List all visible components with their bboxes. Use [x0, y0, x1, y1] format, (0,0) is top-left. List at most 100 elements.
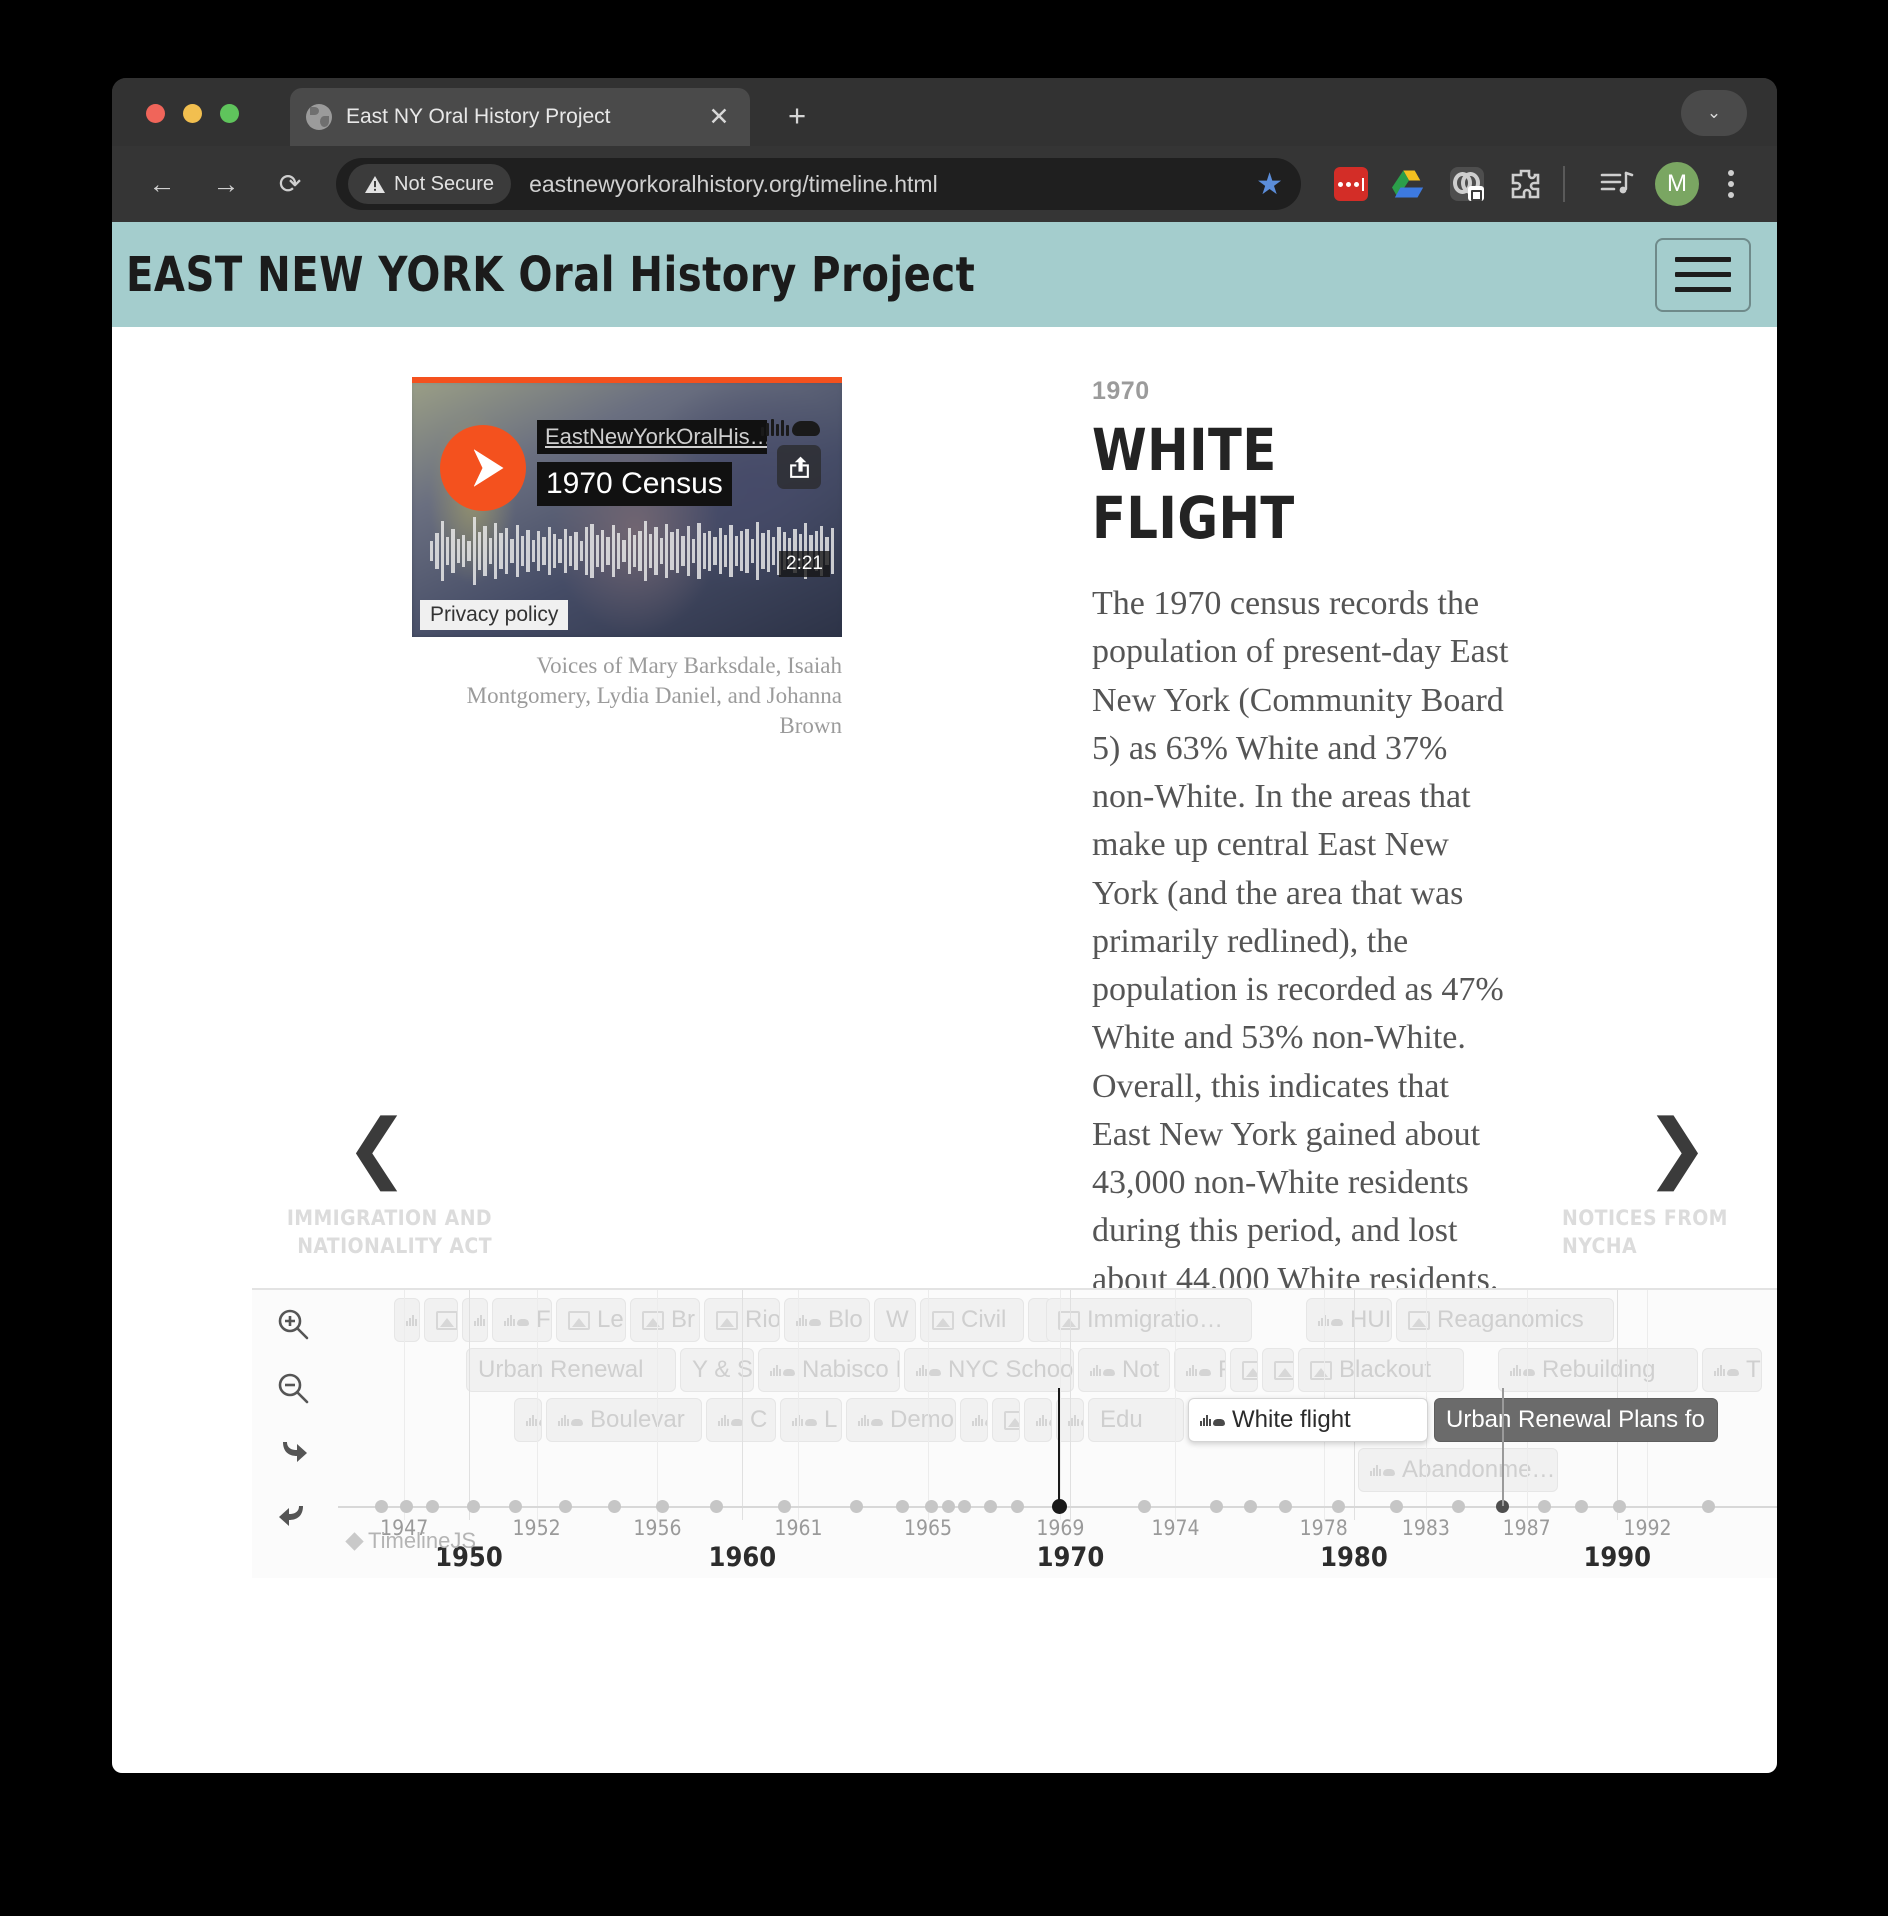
timeline-minor-tick-label: 1965: [903, 1516, 953, 1540]
security-status-label: Not Secure: [394, 172, 495, 195]
timeline-minor-tick-label: 1974: [1151, 1516, 1200, 1540]
media-caption: Voices of Mary Barksdale, Isaiah Montgom…: [466, 653, 842, 738]
timeline-minor-tick-label: 1952: [512, 1516, 561, 1540]
timeline-event-dot[interactable]: [1332, 1500, 1346, 1513]
share-icon[interactable]: [777, 445, 821, 489]
timeline-major-tick-label: 1980: [1320, 1542, 1388, 1573]
slide-era: 1970: [1092, 377, 1150, 405]
timeline-minor-tick-label: 1983: [1401, 1516, 1450, 1540]
timeline-event-dot[interactable]: [924, 1500, 938, 1513]
maximize-window-button[interactable]: [220, 104, 239, 123]
media-playlist-icon[interactable]: [1595, 162, 1639, 206]
tab-strip: East NY Oral History Project ✕ + ⌄: [112, 78, 1777, 146]
timeline-event-dot[interactable]: [896, 1500, 910, 1513]
timeline-major-tick-label: 1960: [708, 1542, 777, 1573]
soundcloud-mini-icon: [1200, 1414, 1225, 1426]
timeline-minor-tick-label: 1992: [1623, 1516, 1672, 1540]
toolbar-divider: [1563, 166, 1565, 202]
timeline-playhead: [1057, 1388, 1060, 1506]
security-status-badge[interactable]: Not Secure: [348, 164, 512, 204]
undo-icon[interactable]: [262, 1488, 324, 1544]
site-header: EAST NEW YORK Oral History Project: [112, 222, 1777, 327]
soundcloud-player[interactable]: EastNewYorkOralHis… 1970 Census 2:21 Pri…: [412, 377, 842, 637]
close-window-button[interactable]: [146, 104, 165, 123]
browser-window: East NY Oral History Project ✕ + ⌄ ← → ⟳…: [112, 78, 1777, 1773]
browser-tab[interactable]: East NY Oral History Project ✕: [290, 88, 750, 146]
previous-slide-button[interactable]: ❮ IMMIGRATION AND NATIONALITY ACT: [262, 1102, 492, 1260]
timeline-event-dot[interactable]: [1389, 1500, 1403, 1513]
timeline-event-dot[interactable]: [850, 1500, 864, 1513]
timeline-event-dot[interactable]: [778, 1500, 792, 1513]
timeline-slide: EastNewYorkOralHis… 1970 Census 2:21 Pri…: [112, 327, 1777, 1773]
close-icon[interactable]: ✕: [704, 104, 734, 130]
minimize-window-button[interactable]: [183, 104, 202, 123]
url-text: eastnewyorkoralhistory.org/timeline.html: [529, 170, 938, 197]
tab-title: East NY Oral History Project: [346, 105, 611, 128]
slide-body-text: The 1970 census records the population o…: [1092, 585, 1509, 1298]
timeline-event-dot[interactable]: [1451, 1500, 1465, 1513]
track-duration: 2:21: [779, 551, 830, 577]
slide-media-column: EastNewYorkOralHis… 1970 Census 2:21 Pri…: [412, 377, 842, 741]
timeline-event-dot[interactable]: [1209, 1500, 1223, 1513]
chevron-down-icon[interactable]: ⌄: [1681, 90, 1747, 136]
timeline-event-dot[interactable]: [957, 1500, 971, 1513]
timeline-navigation[interactable]: F Le Br Rio Blo W Civil Immigratio… HUI Reaganomi…: [252, 1288, 1777, 1578]
loom-icon[interactable]: [1445, 162, 1489, 206]
timeline-event-dot[interactable]: [425, 1500, 439, 1513]
soundcloud-user-link[interactable]: EastNewYorkOralHis…: [537, 420, 767, 454]
timeline-event-dot[interactable]: [1278, 1500, 1292, 1513]
globe-icon: [306, 104, 332, 130]
back-button[interactable]: ←: [138, 160, 186, 208]
timelinejs-credit-label: TimelineJS: [368, 1528, 476, 1553]
timeline-marker-active[interactable]: White flight: [1188, 1398, 1428, 1442]
bookmark-star-icon[interactable]: ★: [1256, 167, 1283, 202]
address-bar[interactable]: Not Secure eastnewyorkoralhistory.org/ti…: [336, 158, 1301, 210]
next-slide-label: NOTICES FROM NYCHA: [1562, 1205, 1728, 1259]
slide-headline: WHITE FLIGHT: [1092, 416, 1295, 552]
timeline-major-tick-label: 1990: [1583, 1542, 1652, 1573]
timeline-marker[interactable]: Urban Renewal Plans fo: [1434, 1398, 1718, 1442]
next-slide-button[interactable]: ❯ NOTICES FROM NYCHA: [1562, 1109, 1777, 1260]
soundcloud-track-title: 1970 Census: [537, 462, 732, 506]
timeline-tools: [262, 1296, 334, 1544]
timeline-minor-tick-label: 1978: [1299, 1516, 1348, 1540]
timeline-event-dot[interactable]: [508, 1500, 522, 1513]
timeline-axis[interactable]: 1947 1952 1956 1961 1965 1969 1974 1978 1983 1987…: [338, 1290, 1777, 1573]
timeline-event-dot[interactable]: [1137, 1500, 1151, 1513]
puzzle-extensions-icon[interactable]: [1503, 162, 1547, 206]
privacy-policy-link[interactable]: Privacy policy: [420, 600, 569, 630]
timeline-marker-label: Urban Renewal Plans fo: [1446, 1406, 1705, 1433]
audio-waveform[interactable]: [430, 511, 835, 591]
timeline-event-dot[interactable]: [655, 1500, 669, 1513]
page-viewport: EAST NEW YORK Oral History Project EastN…: [112, 222, 1777, 1773]
timeline-playhead: [1502, 1388, 1505, 1506]
zoom-out-icon[interactable]: [262, 1360, 324, 1416]
timeline-marker-label: White flight: [1232, 1406, 1351, 1433]
profile-avatar[interactable]: M: [1655, 162, 1699, 206]
timeline-event-dot[interactable]: [1537, 1500, 1551, 1513]
timeline-event-dot[interactable]: [1701, 1500, 1715, 1513]
timeline-minor-tick-label: 1961: [774, 1516, 823, 1540]
play-icon[interactable]: [440, 425, 526, 511]
google-drive-icon[interactable]: [1387, 162, 1431, 206]
forward-button[interactable]: →: [202, 160, 250, 208]
redo-icon[interactable]: [262, 1424, 324, 1480]
kebab-menu-icon[interactable]: [1711, 170, 1751, 198]
reload-button[interactable]: ⟳: [266, 160, 314, 208]
timelinejs-credit[interactable]: TimelineJS: [345, 1528, 476, 1554]
timeline-minor-tick-label: 1969: [1036, 1516, 1085, 1540]
hamburger-menu-icon[interactable]: [1655, 237, 1751, 312]
timeline-major-tick-label: 1970: [1036, 1542, 1105, 1573]
timelinejs-logo-icon: [345, 1531, 364, 1551]
window-traffic-lights: [146, 104, 239, 123]
zoom-in-icon[interactable]: [262, 1296, 324, 1352]
browser-toolbar: ← → ⟳ Not Secure eastnewyorkoralhistory.…: [112, 146, 1777, 222]
timeline-event-dot[interactable]: [399, 1500, 413, 1513]
timeline-event-dot[interactable]: [983, 1500, 997, 1513]
timeline-event-dot[interactable]: [1612, 1500, 1626, 1513]
slide-text-column: 1970 WHITE FLIGHT The 1970 census record…: [1092, 377, 1512, 1304]
chevron-left-icon: ❮: [345, 1102, 409, 1191]
timeline-minor-tick-label: 1956: [633, 1516, 682, 1540]
new-tab-button[interactable]: +: [780, 100, 814, 131]
lastpass-icon[interactable]: [1329, 162, 1373, 206]
